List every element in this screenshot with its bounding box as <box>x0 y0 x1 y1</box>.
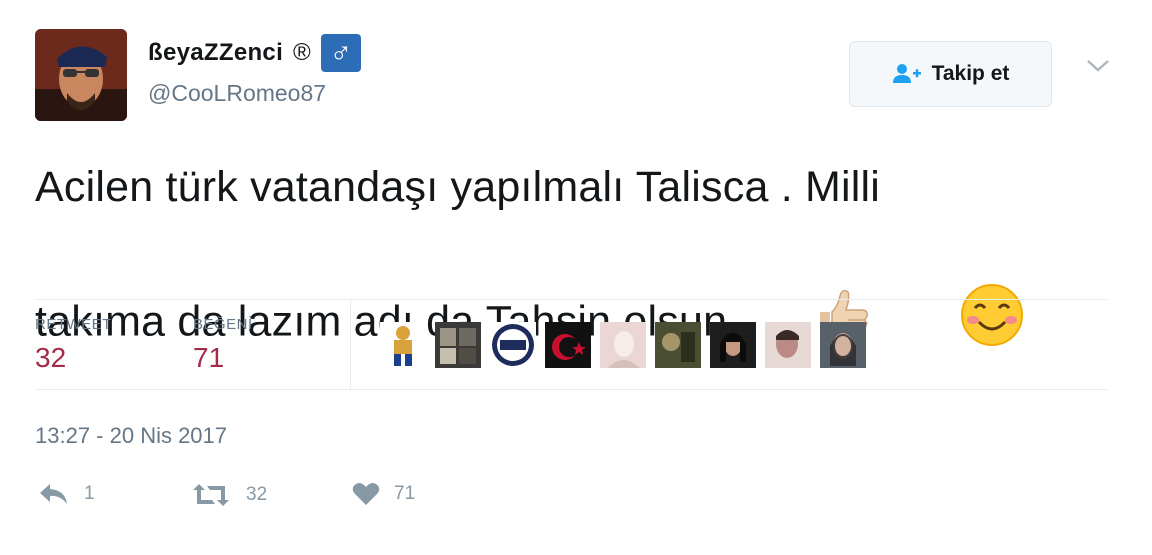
like-stat-label: BEĞENİ <box>193 316 253 333</box>
tweet-text-line-1: Acilen türk vatandaşı yapılmalı Talisca … <box>35 163 881 211</box>
liker-avatar[interactable] <box>600 322 646 368</box>
avatar[interactable] <box>35 29 127 121</box>
liker-avatar[interactable] <box>490 322 536 368</box>
retweet-button[interactable]: 32 <box>190 482 267 508</box>
heart-icon <box>352 483 380 505</box>
follow-button[interactable]: Takip et <box>849 41 1052 107</box>
retweet-stat-count[interactable]: 32 <box>35 342 66 374</box>
chevron-down-icon <box>1087 60 1109 72</box>
registered-mark: ® <box>293 39 312 66</box>
like-count: 71 <box>394 483 416 504</box>
more-options-button[interactable] <box>1085 58 1111 79</box>
reply-count: 1 <box>84 483 95 504</box>
male-sign-icon: ♂ <box>321 34 362 72</box>
divider-top <box>35 299 1107 300</box>
like-stat-count[interactable]: 71 <box>193 342 224 374</box>
add-user-icon <box>892 64 921 83</box>
user-handle[interactable]: @CooLRomeo87 <box>148 80 326 107</box>
liker-avatar[interactable] <box>380 322 426 368</box>
display-name[interactable]: ßeyaZZenci ® ♂ <box>148 34 362 72</box>
tweet-timestamp[interactable]: 13:27 - 20 Nis 2017 <box>35 423 227 449</box>
divider-bottom <box>35 389 1107 390</box>
avatar-image <box>35 29 127 121</box>
reply-button[interactable]: 1 <box>38 482 95 506</box>
reply-icon <box>40 484 67 504</box>
liker-avatars <box>380 322 866 368</box>
retweet-count: 32 <box>246 484 268 505</box>
retweet-stat-label: RETWEET <box>35 316 112 333</box>
liker-avatar[interactable] <box>655 322 701 368</box>
follow-button-label: Takip et <box>931 62 1010 85</box>
liker-avatar[interactable] <box>820 322 866 368</box>
retweet-icon <box>193 484 229 506</box>
stats-divider <box>350 300 351 390</box>
liker-avatar[interactable] <box>710 322 756 368</box>
smiling-face-icon <box>886 219 1025 429</box>
liker-avatar[interactable] <box>765 322 811 368</box>
liker-avatar[interactable] <box>435 322 481 368</box>
like-button[interactable]: 71 <box>352 482 415 506</box>
display-name-text: ßeyaZZenci <box>148 39 284 66</box>
liker-avatar[interactable] <box>545 322 591 368</box>
